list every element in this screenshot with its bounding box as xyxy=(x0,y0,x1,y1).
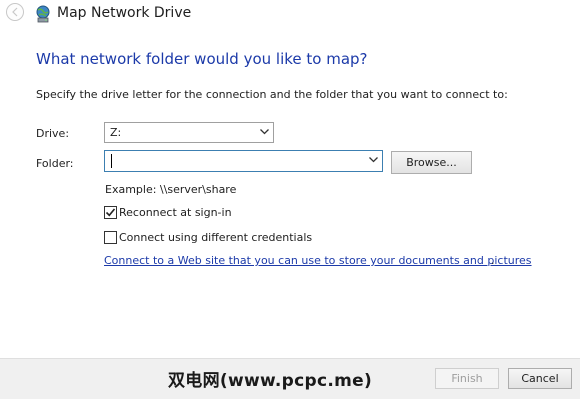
link-period: . xyxy=(491,254,495,267)
back-button[interactable] xyxy=(6,3,24,21)
cancel-button[interactable]: Cancel xyxy=(508,368,572,389)
instruction-text: Specify the drive letter for the connect… xyxy=(36,88,508,101)
window-title: Map Network Drive xyxy=(57,5,192,21)
reconnect-label: Reconnect at sign-in xyxy=(119,206,232,219)
reconnect-option[interactable]: Reconnect at sign-in xyxy=(104,205,234,221)
reconnect-checkbox[interactable] xyxy=(104,206,117,219)
folder-label: Folder: xyxy=(36,157,74,170)
checkmark-icon xyxy=(105,208,116,217)
back-arrow-icon xyxy=(12,7,18,17)
chevron-down-icon xyxy=(369,157,378,163)
page-heading: What network folder would you like to ma… xyxy=(36,50,368,68)
different-credentials-checkbox[interactable] xyxy=(104,231,117,244)
folder-combobox[interactable] xyxy=(104,150,383,172)
network-drive-globe-icon xyxy=(36,5,50,23)
finish-button[interactable]: Finish xyxy=(435,368,499,389)
text-cursor xyxy=(111,154,112,168)
different-credentials-option[interactable]: Connect using different credentials xyxy=(104,230,312,246)
different-credentials-label: Connect using different credentials xyxy=(119,231,313,244)
drive-select[interactable]: Z: xyxy=(104,122,274,143)
drive-label: Drive: xyxy=(36,127,70,140)
browse-button[interactable]: Browse... xyxy=(391,151,472,174)
web-site-link[interactable]: Connect to a Web site that you can use t… xyxy=(104,254,532,267)
title-bar: Map Network Drive xyxy=(0,0,580,28)
chevron-down-icon xyxy=(260,129,269,135)
drive-value: Z: xyxy=(110,126,122,139)
example-text: Example: \\server\share xyxy=(105,183,237,196)
watermark-text: 双电网(www.pcpc.me) xyxy=(168,371,373,391)
